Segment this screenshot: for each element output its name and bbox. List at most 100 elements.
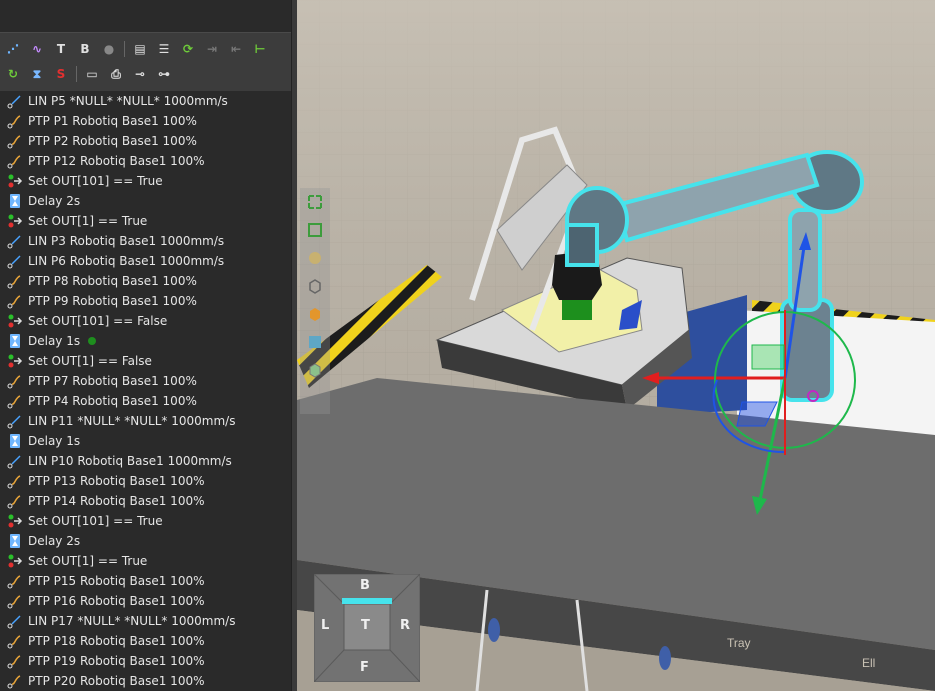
statement-text: Set OUT[1] == True	[28, 554, 148, 568]
program-statement[interactable]: PTP P16 Robotiq Base1 100%	[0, 591, 291, 611]
grid-view-icon[interactable]	[300, 328, 330, 356]
navcube-right[interactable]: R	[400, 618, 410, 633]
program-statement[interactable]: PTP P20 Robotiq Base1 100%	[0, 671, 291, 691]
statement-text: LIN P6 Robotiq Base1 1000mm/s	[28, 254, 225, 268]
program-statement[interactable]: PTP P19 Robotiq Base1 100%	[0, 651, 291, 671]
ptp-motion-icon	[6, 153, 24, 169]
set-output-icon	[6, 213, 24, 229]
delay-icon[interactable]: ⧗	[28, 65, 46, 83]
sync-icon[interactable]: ↻	[4, 65, 22, 83]
program-statement[interactable]: PTP P18 Robotiq Base1 100%	[0, 631, 291, 651]
statement-text: PTP P8 Robotiq Base1 100%	[28, 274, 197, 288]
toolbar-row-2: ↻ ⧗ S ▭ ⎙ ⊸ ⊶	[4, 63, 173, 85]
navigation-cube[interactable]: B L T R F	[314, 574, 420, 682]
program-statement[interactable]: PTP P15 Robotiq Base1 100%	[0, 571, 291, 591]
statement-text: LIN P10 Robotiq Base1 1000mm/s	[28, 454, 232, 468]
disabled-1-icon[interactable]: ⇥	[203, 40, 221, 58]
list-icon[interactable]: ☰	[155, 40, 173, 58]
program-statement[interactable]: LIN P5 *NULL* *NULL* 1000mm/s	[0, 91, 291, 111]
set-output-icon	[6, 513, 24, 529]
program-statement[interactable]: PTP P8 Robotiq Base1 100%	[0, 271, 291, 291]
program-statement[interactable]: Set OUT[1] == True	[0, 551, 291, 571]
fit-view-icon[interactable]	[300, 188, 330, 216]
statement-text: PTP P4 Robotiq Base1 100%	[28, 394, 197, 408]
navcube-left[interactable]: L	[321, 618, 329, 633]
statement-text: PTP P1 Robotiq Base1 100%	[28, 114, 197, 128]
statement-text: PTP P7 Robotiq Base1 100%	[28, 374, 197, 388]
view-toolbar	[300, 188, 330, 414]
statement-text: Set OUT[1] == False	[28, 354, 152, 368]
program-statement[interactable]: Set OUT[101] == True	[0, 171, 291, 191]
set-output-icon	[6, 313, 24, 329]
program-statement[interactable]: PTP P4 Robotiq Base1 100%	[0, 391, 291, 411]
ptp-motion-icon	[6, 673, 24, 689]
program-statement[interactable]: Set OUT[101] == False	[0, 311, 291, 331]
program-statement[interactable]: PTP P7 Robotiq Base1 100%	[0, 371, 291, 391]
delay-icon	[6, 193, 24, 209]
disabled-2-icon[interactable]: ⇤	[227, 40, 245, 58]
ptp-motion-icon	[6, 293, 24, 309]
panel-header	[0, 0, 291, 32]
ptp-motion-icon	[6, 653, 24, 669]
solid-view-icon[interactable]	[300, 300, 330, 328]
ptp-motion-icon	[6, 633, 24, 649]
program-statement[interactable]: PTP P2 Robotiq Base1 100%	[0, 131, 291, 151]
floor-label: Tray	[727, 636, 751, 650]
lock-view-icon[interactable]	[300, 244, 330, 272]
box-view-icon[interactable]	[300, 272, 330, 300]
program-statement[interactable]: Set OUT[1] == True	[0, 211, 291, 231]
delay-icon	[6, 533, 24, 549]
points-icon[interactable]: ⋰	[4, 40, 22, 58]
document-icon[interactable]: ▭	[83, 65, 101, 83]
statement-text: LIN P11 *NULL* *NULL* 1000mm/s	[28, 414, 236, 428]
program-statement[interactable]: LIN P10 Robotiq Base1 1000mm/s	[0, 451, 291, 471]
program-statement[interactable]: Delay 2s	[0, 191, 291, 211]
render-mode-icon[interactable]	[300, 356, 330, 384]
program-statement[interactable]: PTP P14 Robotiq Base1 100%	[0, 491, 291, 511]
statement-text: PTP P15 Robotiq Base1 100%	[28, 574, 205, 588]
hierarchy-icon[interactable]: ⊢	[251, 40, 269, 58]
statement-text: Delay 1s	[28, 334, 81, 348]
stop-icon[interactable]: S	[52, 65, 70, 83]
script-icon[interactable]: ▤	[131, 40, 149, 58]
statement-text: LIN P5 *NULL* *NULL* 1000mm/s	[28, 94, 228, 108]
ptp-motion-icon	[6, 593, 24, 609]
record-icon[interactable]: ●	[100, 40, 118, 58]
path-icon[interactable]: ∿	[28, 40, 46, 58]
program-statement[interactable]: LIN P17 *NULL* *NULL* 1000mm/s	[0, 611, 291, 631]
program-statement[interactable]: PTP P9 Robotiq Base1 100%	[0, 291, 291, 311]
3d-viewport[interactable]: Tray Ell B L T R F	[297, 0, 935, 691]
ptp-motion-icon	[6, 113, 24, 129]
navcube-top[interactable]: T	[361, 618, 370, 633]
statement-text: Set OUT[101] == True	[28, 514, 163, 528]
ptp-motion-icon	[6, 473, 24, 489]
program-statement[interactable]: LIN P11 *NULL* *NULL* 1000mm/s	[0, 411, 291, 431]
signal-icon[interactable]: ⊶	[155, 65, 173, 83]
program-statement[interactable]: PTP P12 Robotiq Base1 100%	[0, 151, 291, 171]
navcube-front[interactable]: F	[360, 660, 369, 675]
navcube-back[interactable]: B	[360, 578, 370, 593]
program-statement[interactable]: LIN P3 Robotiq Base1 1000mm/s	[0, 231, 291, 251]
program-statement[interactable]: Delay 1s	[0, 331, 291, 351]
toolbar-separator	[124, 41, 125, 57]
program-statement[interactable]: LIN P6 Robotiq Base1 1000mm/s	[0, 251, 291, 271]
set-output-icon[interactable]: ⊸	[131, 65, 149, 83]
add-base-icon[interactable]: B	[76, 40, 94, 58]
program-panel: ⋰ ∿ T B ● ▤ ☰ ⟳ ⇥ ⇤ ⊢ ↻ ⧗ S ▭ ⎙ ⊸ ⊶ LIN P5 *NULL* *NULL*…	[0, 0, 291, 691]
program-statement[interactable]: PTP P1 Robotiq Base1 100%	[0, 111, 291, 131]
statement-text: PTP P14 Robotiq Base1 100%	[28, 494, 205, 508]
caster	[488, 618, 500, 642]
frame-icon[interactable]	[300, 216, 330, 244]
loop-icon[interactable]: ⟳	[179, 40, 197, 58]
statement-text: Set OUT[101] == False	[28, 314, 168, 328]
add-tool-icon[interactable]: T	[52, 40, 70, 58]
ptp-motion-icon	[6, 393, 24, 409]
lin-motion-icon	[6, 253, 24, 269]
statement-text: PTP P12 Robotiq Base1 100%	[28, 154, 205, 168]
print-icon[interactable]: ⎙	[107, 65, 125, 83]
program-statement[interactable]: Set OUT[101] == True	[0, 511, 291, 531]
program-statement[interactable]: Delay 2s	[0, 531, 291, 551]
program-statement[interactable]: PTP P13 Robotiq Base1 100%	[0, 471, 291, 491]
program-statement[interactable]: Set OUT[1] == False	[0, 351, 291, 371]
program-statement[interactable]: Delay 1s	[0, 431, 291, 451]
